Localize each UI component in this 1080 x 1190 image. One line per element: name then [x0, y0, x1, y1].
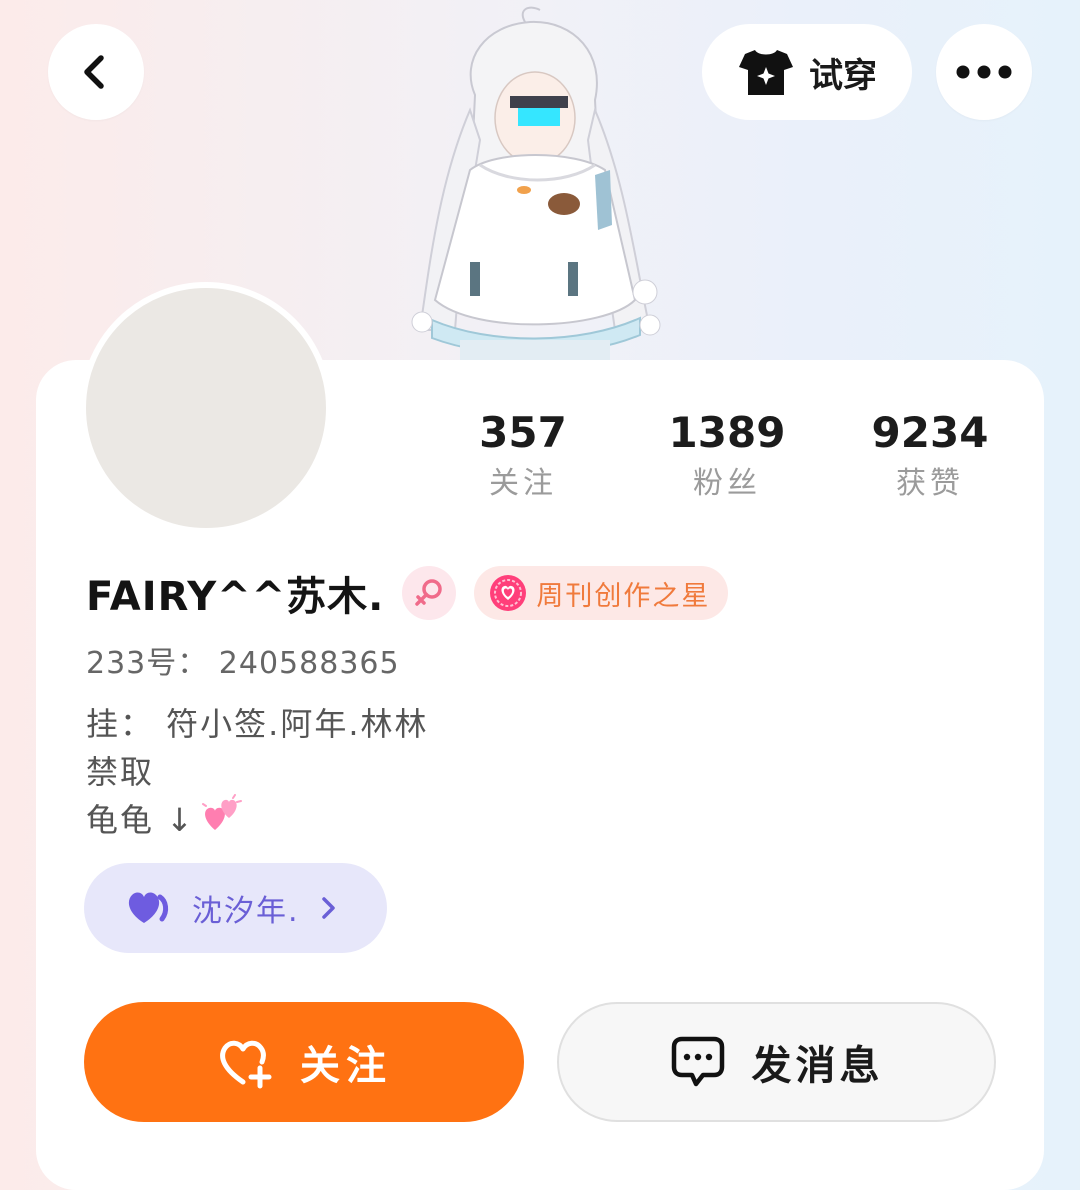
try-on-label: 试穿 — [809, 55, 877, 96]
chevron-left-icon — [84, 55, 104, 89]
back-button[interactable] — [48, 24, 144, 120]
name-row: FAIRY^^苏木. 周刊创作之星 — [86, 562, 729, 624]
avatar-3d-figure — [411, 6, 661, 362]
stat-label: 关注 — [489, 466, 557, 501]
badge-seal-icon — [490, 575, 527, 611]
more-dots-icon — [956, 65, 1012, 79]
chevron-right-icon — [321, 897, 335, 919]
username: FAIRY^^苏木. — [86, 574, 385, 620]
stat-value: 1389 — [668, 408, 786, 457]
bio-line: 禁取 — [86, 753, 155, 791]
stat-label: 粉丝 — [693, 466, 761, 501]
female-icon — [415, 579, 443, 606]
gender-badge — [402, 566, 457, 620]
bio-line-text: 龟龟 ↓ — [86, 801, 195, 839]
stat-label: 获赞 — [896, 466, 964, 501]
tshirt-star-icon — [739, 50, 793, 95]
weekly-star-badge[interactable]: 周刊创作之星 — [474, 566, 729, 620]
two-hearts-emoji-icon — [201, 793, 243, 847]
try-on-button[interactable]: 试穿 — [702, 24, 912, 120]
bio-line-with-emoji: 龟龟 ↓ — [86, 793, 429, 847]
stat-value: 357 — [479, 408, 567, 457]
stat-value: 9234 — [871, 408, 989, 457]
cp-link[interactable]: 沈汐年. — [84, 863, 387, 953]
more-button[interactable] — [936, 24, 1032, 120]
stat-followers[interactable]: 1389 粉丝 — [627, 405, 827, 507]
stat-likes[interactable]: 9234 获赞 — [830, 405, 1030, 507]
message-label: 发消息 — [751, 1043, 884, 1089]
stat-following[interactable]: 357 关注 — [423, 405, 623, 507]
bio-line: 挂： 符小签.阿年.林林 — [86, 705, 429, 743]
follow-button[interactable]: 关注 — [84, 1002, 524, 1122]
chat-bubble-icon — [671, 1036, 724, 1087]
purple-heart-icon — [128, 892, 169, 923]
bio: 挂： 符小签.阿年.林林 禁取 龟龟 ↓ — [86, 700, 429, 844]
message-button[interactable]: 发消息 — [557, 1002, 996, 1122]
user-id: 233号： 240588365 — [86, 646, 400, 681]
follow-label: 关注 — [300, 1043, 392, 1089]
avatar[interactable] — [80, 282, 332, 534]
cp-name: 沈汐年. — [192, 894, 300, 929]
badge-label: 周刊创作之星 — [536, 580, 711, 612]
heart-plus-icon — [220, 1040, 272, 1089]
